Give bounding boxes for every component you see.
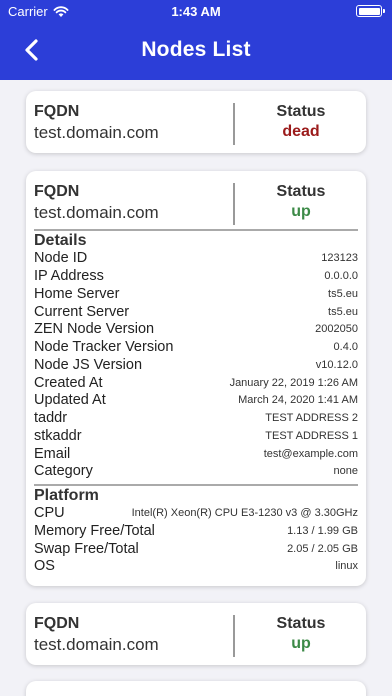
divider (233, 615, 235, 657)
detail-value: 0.0.0.0 (324, 270, 358, 282)
platform-label: Swap Free/Total (34, 541, 139, 557)
status-bar: Carrier 1:43 AM (0, 0, 392, 22)
fqdn-label: FQDN (34, 615, 80, 632)
detail-row-stkaddr: stkaddr TEST ADDRESS 1 (34, 428, 358, 446)
section-divider (34, 484, 358, 486)
divider (233, 103, 235, 145)
detail-label: IP Address (34, 268, 104, 284)
platform-row-swap: Swap Free/Total 2.05 / 2.05 GB (34, 541, 358, 559)
node-card[interactable]: FQDN test.domain.com Status up (26, 603, 366, 665)
detail-row-category: Category none (34, 463, 358, 481)
detail-value: 123123 (321, 252, 358, 264)
detail-row-current-server: Current Server ts5.eu (34, 304, 358, 322)
fqdn-value: test.domain.com (34, 123, 159, 142)
battery-icon (356, 5, 385, 17)
platform-label: OS (34, 558, 55, 574)
platform-value: Intel(R) Xeon(R) CPU E3-1230 v3 @ 3.30GH… (131, 507, 358, 519)
detail-value: ts5.eu (328, 306, 358, 318)
status-value: up (291, 203, 311, 220)
node-card[interactable] (26, 681, 366, 696)
detail-value: v10.12.0 (315, 359, 358, 371)
node-card-expanded[interactable]: FQDN test.domain.com Status up Details N… (26, 171, 366, 586)
detail-label: Category (34, 463, 93, 479)
status-value: dead (282, 123, 320, 140)
platform-value: 1.13 / 1.99 GB (287, 525, 358, 537)
detail-row-updated-at: Updated At March 24, 2020 1:41 AM (34, 392, 358, 410)
detail-value: March 24, 2020 1:41 AM (238, 394, 358, 406)
details-heading: Details (34, 232, 87, 249)
detail-row-home-server: Home Server ts5.eu (34, 286, 358, 304)
detail-label: stkaddr (34, 428, 82, 444)
detail-value: test@example.com (263, 448, 358, 460)
detail-row-created-at: Created At January 22, 2019 1:26 AM (34, 375, 358, 393)
status-label: Status (276, 615, 326, 632)
detail-value: January 22, 2019 1:26 AM (229, 377, 358, 389)
status-label: Status (276, 183, 326, 200)
navigation-bar: Carrier 1:43 AM Nodes List (0, 0, 392, 80)
detail-value: none (333, 465, 358, 477)
fqdn-value: test.domain.com (34, 203, 159, 222)
platform-row-memory: Memory Free/Total 1.13 / 1.99 GB (34, 523, 358, 541)
detail-label: Created At (34, 375, 103, 391)
detail-label: Node Tracker Version (34, 339, 174, 355)
detail-row-email: Email test@example.com (34, 446, 358, 464)
status-value: up (291, 635, 311, 652)
detail-value: TEST ADDRESS 2 (265, 412, 358, 424)
detail-row-node-js-version: Node JS Version v10.12.0 (34, 357, 358, 375)
clock: 1:43 AM (171, 4, 221, 19)
platform-value: 2.05 / 2.05 GB (287, 543, 358, 555)
detail-label: Node JS Version (34, 357, 143, 373)
detail-label: Email (34, 446, 71, 462)
section-divider (34, 229, 358, 231)
detail-row-zen-node-version: ZEN Node Version 2002050 (34, 321, 358, 339)
node-card[interactable]: FQDN test.domain.com Status dead (26, 91, 366, 153)
platform-heading: Platform (34, 487, 99, 504)
detail-row-node-id: Node ID 123123 (34, 250, 358, 268)
fqdn-label: FQDN (34, 183, 80, 200)
detail-label: Home Server (34, 286, 120, 302)
detail-row-ip-address: IP Address 0.0.0.0 (34, 268, 358, 286)
platform-row-os: OS linux (34, 558, 358, 576)
platform-row-cpu: CPU Intel(R) Xeon(R) CPU E3-1230 v3 @ 3.… (34, 505, 358, 523)
fqdn-value: test.domain.com (34, 635, 159, 654)
detail-row-node-tracker-version: Node Tracker Version 0.4.0 (34, 339, 358, 357)
detail-label: Updated At (34, 392, 106, 408)
detail-label: Current Server (34, 304, 130, 320)
fqdn-label: FQDN (34, 103, 80, 120)
page-title: Nodes List (141, 38, 251, 61)
status-label: Status (276, 103, 326, 120)
platform-value: linux (335, 560, 358, 572)
detail-label: ZEN Node Version (34, 321, 155, 337)
detail-row-taddr: taddr TEST ADDRESS 2 (34, 410, 358, 428)
detail-label: Node ID (34, 250, 88, 266)
platform-label: Memory Free/Total (34, 523, 155, 539)
divider (233, 183, 235, 225)
detail-value: 0.4.0 (333, 341, 358, 353)
detail-label: taddr (34, 410, 68, 426)
platform-label: CPU (34, 505, 65, 521)
detail-value: TEST ADDRESS 1 (265, 430, 358, 442)
detail-value: 2002050 (315, 323, 358, 335)
detail-value: ts5.eu (328, 288, 358, 300)
